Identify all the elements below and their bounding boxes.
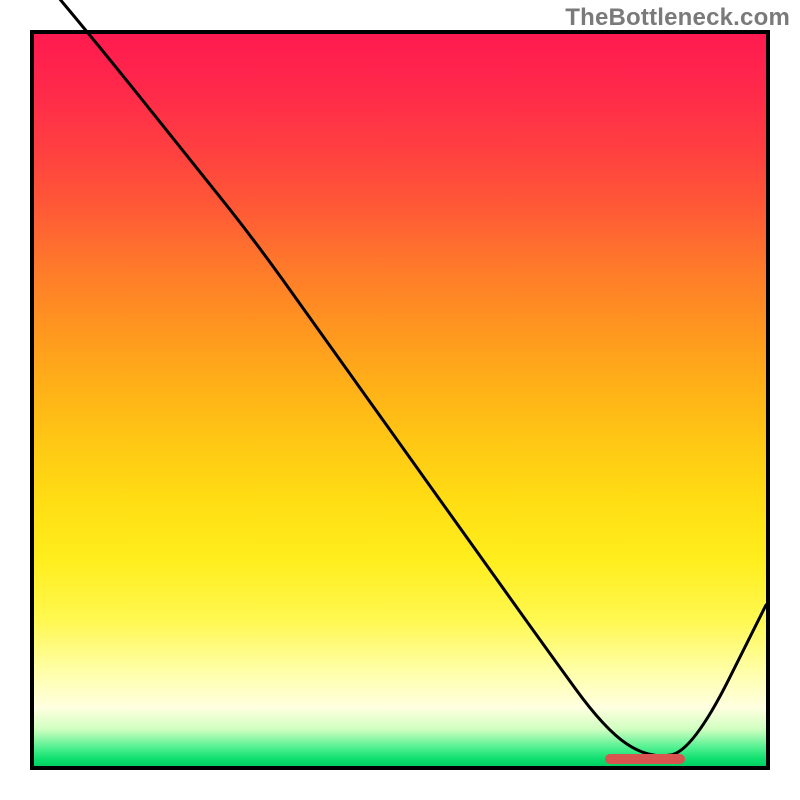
- watermark-text: TheBottleneck.com: [565, 4, 790, 32]
- bottleneck-curve-path: [34, 0, 766, 756]
- optimal-range-marker: [605, 754, 686, 764]
- chart-plot-area: [30, 30, 770, 770]
- chart-curve-layer: [34, 34, 766, 766]
